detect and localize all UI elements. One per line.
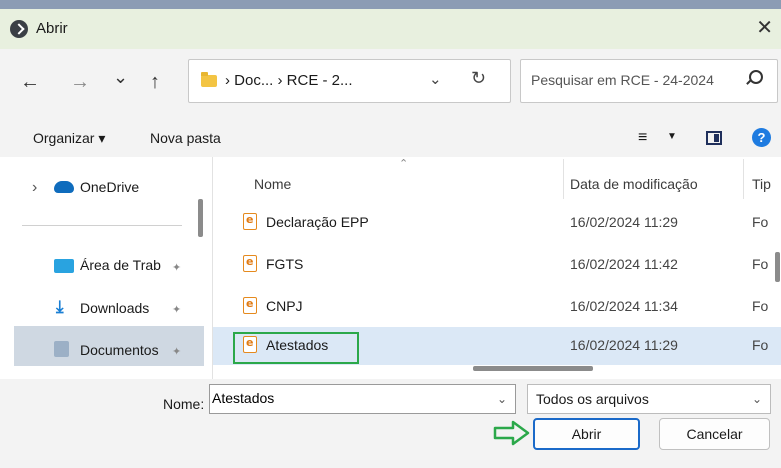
back-arrow-icon[interactable]: ←	[20, 71, 40, 94]
sort-caret-icon: ⌃	[399, 158, 409, 170]
folder-icon	[201, 72, 217, 87]
column-separator[interactable]	[743, 159, 744, 199]
document-icon	[243, 213, 257, 230]
file-row-selected[interactable]: Atestados 16/02/2024 11:29 Fo	[213, 327, 781, 365]
title-bar: Abrir ✕	[0, 9, 781, 49]
onedrive-expand-chevron-icon[interactable]: ›	[32, 179, 37, 197]
view-options-icon[interactable]: ≡	[638, 129, 647, 147]
address-dropdown-icon[interactable]: ⌄	[429, 70, 442, 88]
help-icon[interactable]: ?	[752, 128, 771, 147]
navigation-pane: › OneDrive Área de Trab ✦ ⤓ Downloads ✦ …	[0, 157, 212, 379]
file-list: ⌃ Nome Data de modificação Tip Declaraçã…	[212, 157, 781, 379]
download-arrow-icon: ⤓	[56, 297, 64, 316]
file-row[interactable]: CNPJ 16/02/2024 11:34 Fo	[213, 288, 781, 326]
column-header-type[interactable]: Tip	[752, 176, 771, 192]
file-type: Fo	[752, 337, 769, 353]
document-icon	[243, 336, 257, 353]
cloud-icon	[54, 181, 74, 193]
search-icon[interactable]	[749, 70, 763, 84]
sidebar-scrollbar[interactable]	[198, 199, 203, 237]
file-type: Fo	[752, 214, 769, 230]
pin-icon: ✦	[172, 262, 182, 274]
command-bar: Organizar ▾ Nova pasta ≡ ▼ ?	[0, 121, 781, 153]
chevron-down-icon[interactable]: ⌄	[497, 392, 507, 406]
pin-icon: ✦	[172, 304, 182, 316]
search-placeholder[interactable]: Pesquisar em RCE - 24-2024	[531, 72, 714, 88]
file-row[interactable]: Declaração EPP 16/02/2024 11:29 Fo	[213, 204, 781, 242]
window-title: Abrir	[36, 20, 68, 37]
desktop-icon	[54, 259, 74, 273]
sidebar-item-documents[interactable]: Documentos	[80, 342, 159, 358]
documents-icon	[54, 341, 69, 357]
column-header-name[interactable]: Nome	[254, 176, 291, 192]
file-name[interactable]: FGTS	[266, 256, 303, 272]
file-name-label: Nome:	[163, 396, 205, 412]
organize-button[interactable]: Organizar ▾	[33, 130, 105, 147]
column-header-modified[interactable]: Data de modificação	[570, 176, 698, 192]
refresh-icon[interactable]: ↻	[471, 68, 486, 89]
forward-arrow-icon[interactable]: →	[70, 71, 90, 94]
file-name[interactable]: CNPJ	[266, 298, 303, 314]
cancel-button[interactable]: Cancelar	[659, 418, 770, 450]
view-dropdown-icon[interactable]: ▼	[667, 131, 677, 142]
breadcrumb[interactable]: › Doc... › RCE - 2...	[225, 72, 353, 89]
horizontal-scrollbar[interactable]	[473, 366, 593, 371]
up-arrow-icon[interactable]: ↑	[150, 71, 160, 94]
column-separator[interactable]	[563, 159, 564, 199]
address-bar[interactable]: › Doc... › RCE - 2... ⌄ ↻	[188, 59, 511, 103]
file-name[interactable]: Declaração EPP	[266, 214, 369, 230]
app-icon	[10, 20, 28, 38]
file-name-input[interactable]	[212, 390, 482, 406]
file-type: Fo	[752, 298, 769, 314]
pin-icon: ✦	[172, 346, 182, 358]
file-name[interactable]: Atestados	[266, 337, 328, 353]
file-type-value[interactable]: Todos os arquivos	[536, 391, 649, 407]
chevron-down-icon[interactable]: ⌄	[752, 392, 762, 406]
sidebar-item-downloads[interactable]: Downloads	[80, 300, 149, 316]
new-folder-button[interactable]: Nova pasta	[150, 130, 221, 146]
file-type-select[interactable]: Todos os arquivos ⌄	[527, 384, 771, 414]
arrow-right-icon	[493, 420, 530, 446]
file-date: 16/02/2024 11:34	[570, 298, 678, 314]
recent-locations-chevron-icon[interactable]: ⌄	[113, 67, 128, 88]
close-icon[interactable]: ✕	[756, 15, 773, 40]
file-date: 16/02/2024 11:42	[570, 256, 678, 272]
vertical-scrollbar[interactable]	[775, 252, 780, 282]
sidebar-item-onedrive[interactable]: OneDrive	[80, 179, 139, 195]
document-icon	[243, 255, 257, 272]
sidebar-divider	[22, 225, 182, 226]
file-date: 16/02/2024 11:29	[570, 337, 678, 353]
preview-pane-icon[interactable]	[706, 131, 722, 145]
open-button[interactable]: Abrir	[533, 418, 640, 450]
sidebar-item-desktop[interactable]: Área de Trab	[80, 257, 161, 273]
file-name-field[interactable]: ⌄	[209, 384, 516, 414]
file-type: Fo	[752, 256, 769, 272]
document-icon	[243, 297, 257, 314]
file-date: 16/02/2024 11:29	[570, 214, 678, 230]
search-box[interactable]: Pesquisar em RCE - 24-2024	[520, 59, 778, 103]
file-row[interactable]: FGTS 16/02/2024 11:42 Fo	[213, 246, 781, 284]
